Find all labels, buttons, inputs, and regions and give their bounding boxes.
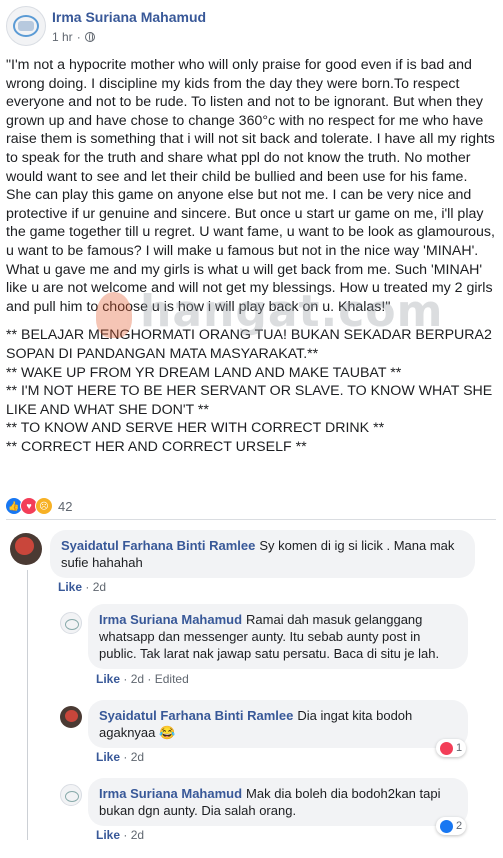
comment-time[interactable]: 2d	[93, 580, 106, 594]
post-time[interactable]: 1 hr	[52, 30, 73, 44]
avatar-logo-shape	[18, 21, 34, 31]
divider	[6, 519, 496, 520]
like-link[interactable]: Like	[96, 750, 120, 764]
avatar[interactable]	[60, 706, 82, 728]
author-avatar[interactable]	[6, 6, 46, 46]
comment-bubble: Irma Suriana Mahamud Ramai dah masuk gela…	[88, 604, 468, 669]
post-paragraph: "I'm not a hypocrite mother who will onl…	[6, 57, 495, 315]
comment-author[interactable]: Syaidatul Farhana Binti Ramlee	[61, 538, 255, 553]
post-meta: 1 hr ·	[52, 30, 95, 44]
like-icon	[440, 819, 453, 833]
comment-actions: Like · 2d	[96, 750, 145, 764]
sad-icon: ☹	[35, 497, 53, 515]
edited-label[interactable]: Edited	[155, 672, 189, 686]
post-line: ** BELAJAR MENGHORMATI ORANG TUA! BUKAN …	[6, 327, 492, 362]
post-line: ** TO KNOW AND SERVE HER WITH CORRECT DR…	[6, 420, 385, 437]
meta-separator: ·	[76, 30, 81, 44]
reaction-count[interactable]: 42	[58, 499, 72, 514]
comment-author[interactable]: Irma Suriana Mahamud	[99, 786, 242, 801]
comment-reaction-count: 1	[456, 742, 463, 754]
comment-bubble: Syaidatul Farhana Binti Ramlee Dia ingat …	[88, 700, 468, 748]
love-icon	[440, 741, 453, 755]
reaction-summary[interactable]: 👍 ♥ ☹ 42	[5, 497, 72, 515]
comment-author[interactable]: Syaidatul Farhana Binti Ramlee	[99, 708, 293, 723]
comment-actions: Like · 2d	[96, 828, 145, 842]
comment-author[interactable]: Irma Suriana Mahamud	[99, 612, 242, 627]
avatar[interactable]	[10, 533, 42, 565]
comment-time[interactable]: 2d	[131, 672, 144, 686]
comment-reaction-count: 2	[456, 820, 463, 832]
comment-reaction-pill[interactable]: 2	[436, 817, 467, 835]
like-link[interactable]: Like	[58, 580, 82, 594]
avatar[interactable]	[60, 612, 82, 634]
comment-time[interactable]: 2d	[131, 828, 144, 842]
post-caps-lines: ** BELAJAR MENGHORMATI ORANG TUA! BUKAN …	[6, 326, 496, 456]
post-author-name[interactable]: Irma Suriana Mahamud	[52, 9, 206, 25]
post-line: ** WAKE UP FROM YR DREAM LAND AND MAKE T…	[6, 364, 402, 381]
comment-actions: Like · 2d	[58, 580, 107, 594]
post-body: "I'm not a hypocrite mother who will onl…	[6, 56, 496, 456]
like-link[interactable]: Like	[96, 828, 120, 842]
avatar[interactable]	[60, 784, 82, 806]
comment-bubble: Syaidatul Farhana Binti Ramlee Sy komen d…	[50, 530, 475, 578]
thread-line	[27, 570, 28, 840]
comment-time[interactable]: 2d	[131, 750, 144, 764]
post-line: ** CORRECT HER AND CORRECT URSELF **	[6, 438, 307, 455]
globe-icon[interactable]	[84, 32, 95, 42]
post-line: ** I'M NOT HERE TO BE HER SERVANT OR SLA…	[6, 383, 493, 418]
comment-reaction-pill[interactable]: 1	[436, 739, 467, 757]
comment-bubble: Irma Suriana Mahamud Mak dia boleh dia bo…	[88, 778, 468, 826]
comment-actions: Like · 2d · Edited	[96, 672, 189, 686]
like-link[interactable]: Like	[96, 672, 120, 686]
